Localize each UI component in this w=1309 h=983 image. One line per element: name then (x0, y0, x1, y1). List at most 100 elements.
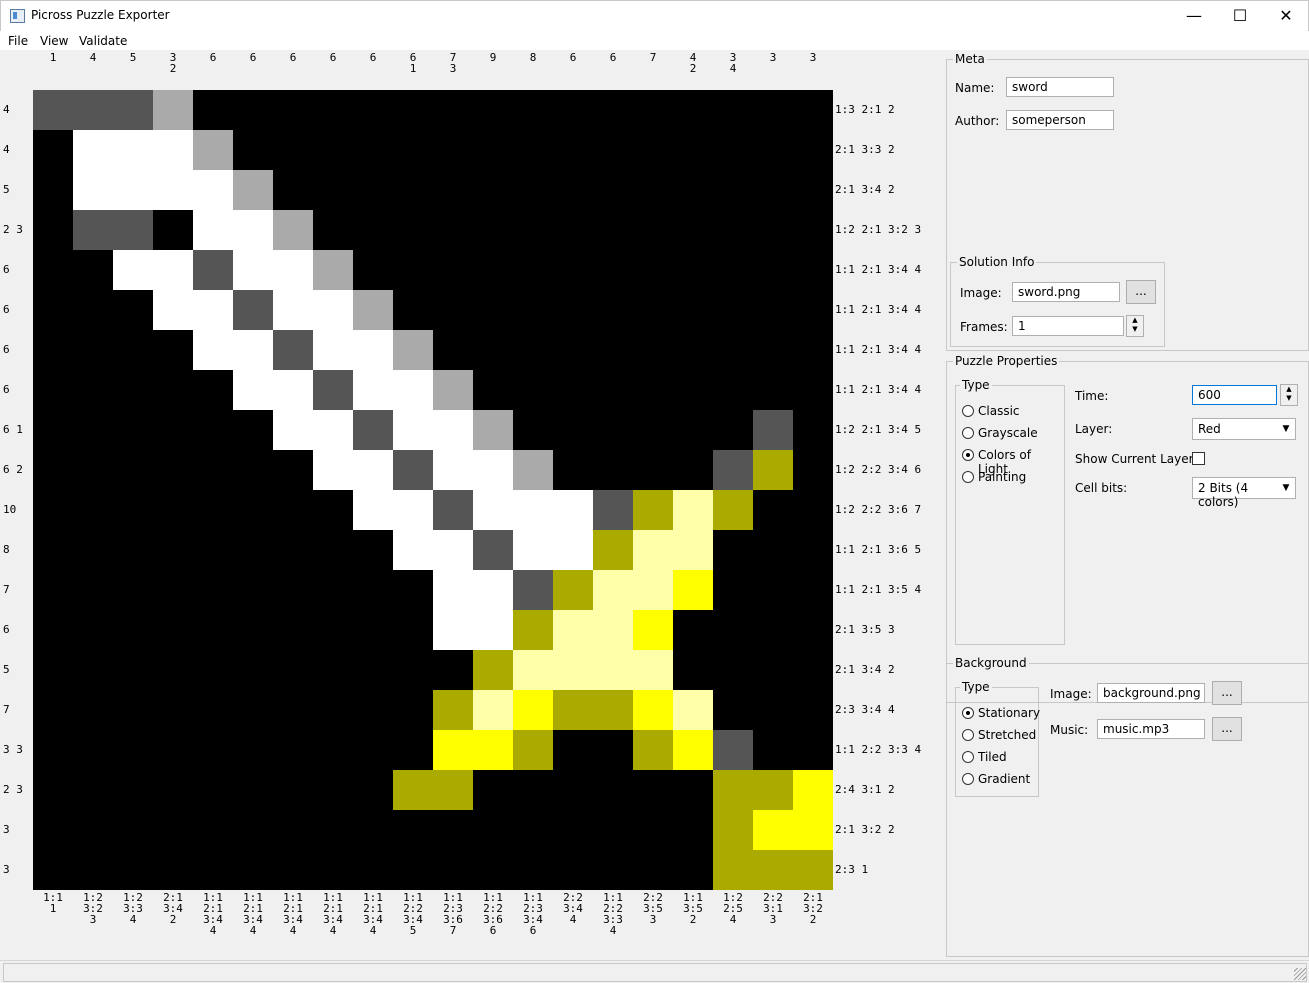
grid-cell[interactable] (633, 770, 673, 810)
grid-cell[interactable] (673, 130, 713, 170)
grid-cell[interactable] (593, 490, 633, 530)
grid-cell[interactable] (593, 370, 633, 410)
grid-cell[interactable] (353, 650, 393, 690)
frames-field[interactable]: 1 (1012, 316, 1124, 336)
grid-cell[interactable] (433, 850, 473, 890)
grid-cell[interactable] (273, 450, 313, 490)
grid-cell[interactable] (313, 690, 353, 730)
grid-cell[interactable] (513, 530, 553, 570)
grid-cell[interactable] (233, 650, 273, 690)
grid-cell[interactable] (73, 330, 113, 370)
grid-cell[interactable] (273, 290, 313, 330)
grid-cell[interactable] (33, 410, 73, 450)
grid-cell[interactable] (473, 730, 513, 770)
grid-cell[interactable] (233, 210, 273, 250)
music-browse-button[interactable]: ... (1212, 717, 1242, 741)
grid-cell[interactable] (513, 330, 553, 370)
grid-cell[interactable] (513, 250, 553, 290)
grid-cell[interactable] (633, 530, 673, 570)
grid-cell[interactable] (73, 410, 113, 450)
grid-cell[interactable] (153, 410, 193, 450)
grid-cell[interactable] (73, 730, 113, 770)
grid-cell[interactable] (313, 330, 353, 370)
grid-cell[interactable] (433, 210, 473, 250)
grid-cell[interactable] (33, 610, 73, 650)
grid-cell[interactable] (273, 690, 313, 730)
grid-cell[interactable] (233, 850, 273, 890)
grid-cell[interactable] (353, 770, 393, 810)
grid-cell[interactable] (353, 90, 393, 130)
grid-cell[interactable] (153, 530, 193, 570)
grid-cell[interactable] (353, 130, 393, 170)
grid-cell[interactable] (593, 530, 633, 570)
grid-cell[interactable] (73, 210, 113, 250)
grid-cell[interactable] (753, 370, 793, 410)
grid-cell[interactable] (593, 330, 633, 370)
grid-cell[interactable] (193, 170, 233, 210)
grid-cell[interactable] (273, 210, 313, 250)
resize-grip-icon[interactable] (1294, 968, 1306, 980)
grid-cell[interactable] (673, 810, 713, 850)
grid-cell[interactable] (673, 610, 713, 650)
grid-cell[interactable] (73, 650, 113, 690)
grid-cell[interactable] (153, 130, 193, 170)
grid-cell[interactable] (393, 490, 433, 530)
grid-cell[interactable] (313, 450, 353, 490)
grid-cell[interactable] (113, 330, 153, 370)
grid-cell[interactable] (753, 210, 793, 250)
grid-cell[interactable] (153, 490, 193, 530)
grid-cell[interactable] (393, 370, 433, 410)
grid-cell[interactable] (393, 690, 433, 730)
grid-cell[interactable] (713, 650, 753, 690)
grid-cell[interactable] (513, 370, 553, 410)
grid-cell[interactable] (633, 850, 673, 890)
grid-cell[interactable] (673, 410, 713, 450)
grid-cell[interactable] (713, 130, 753, 170)
solution-image-browse-button[interactable]: ... (1126, 280, 1156, 304)
grid-cell[interactable] (793, 530, 833, 570)
grid-cell[interactable] (473, 130, 513, 170)
grid-cell[interactable] (393, 650, 433, 690)
grid-cell[interactable] (313, 730, 353, 770)
grid-cell[interactable] (433, 170, 473, 210)
grid-cell[interactable] (633, 290, 673, 330)
grid-cell[interactable] (113, 410, 153, 450)
grid-cell[interactable] (793, 170, 833, 210)
grid-cell[interactable] (153, 770, 193, 810)
grid-cell[interactable] (673, 290, 713, 330)
grid-cell[interactable] (753, 250, 793, 290)
grid-cell[interactable] (753, 450, 793, 490)
grid-cell[interactable] (353, 210, 393, 250)
grid-cell[interactable] (393, 210, 433, 250)
grid-cell[interactable] (433, 410, 473, 450)
grid-cell[interactable] (713, 850, 753, 890)
frames-spinner[interactable]: ▲ ▼ (1126, 315, 1144, 337)
grid-cell[interactable] (153, 730, 193, 770)
grid-cell[interactable] (593, 730, 633, 770)
grid-cell[interactable] (353, 850, 393, 890)
grid-cell[interactable] (273, 330, 313, 370)
grid-cell[interactable] (393, 130, 433, 170)
grid-cell[interactable] (193, 530, 233, 570)
grid-cell[interactable] (793, 290, 833, 330)
grid-cell[interactable] (73, 490, 113, 530)
grid-cell[interactable] (553, 570, 593, 610)
grid-cell[interactable] (673, 490, 713, 530)
grid-cell[interactable] (233, 490, 273, 530)
grid-cell[interactable] (193, 650, 233, 690)
grid-cell[interactable] (473, 490, 513, 530)
grid-cell[interactable] (73, 810, 113, 850)
grid-cell[interactable] (353, 610, 393, 650)
grid-cell[interactable] (473, 650, 513, 690)
grid-cell[interactable] (753, 850, 793, 890)
grid-cell[interactable] (233, 530, 273, 570)
grid-cell[interactable] (113, 490, 153, 530)
grid-cell[interactable] (793, 330, 833, 370)
layer-select[interactable]: Red ▼ (1192, 418, 1296, 440)
grid-cell[interactable] (473, 810, 513, 850)
grid-cell[interactable] (673, 210, 713, 250)
grid-cell[interactable] (113, 90, 153, 130)
grid-cell[interactable] (513, 650, 553, 690)
show-current-layer-checkbox[interactable] (1192, 452, 1205, 465)
grid-cell[interactable] (273, 850, 313, 890)
